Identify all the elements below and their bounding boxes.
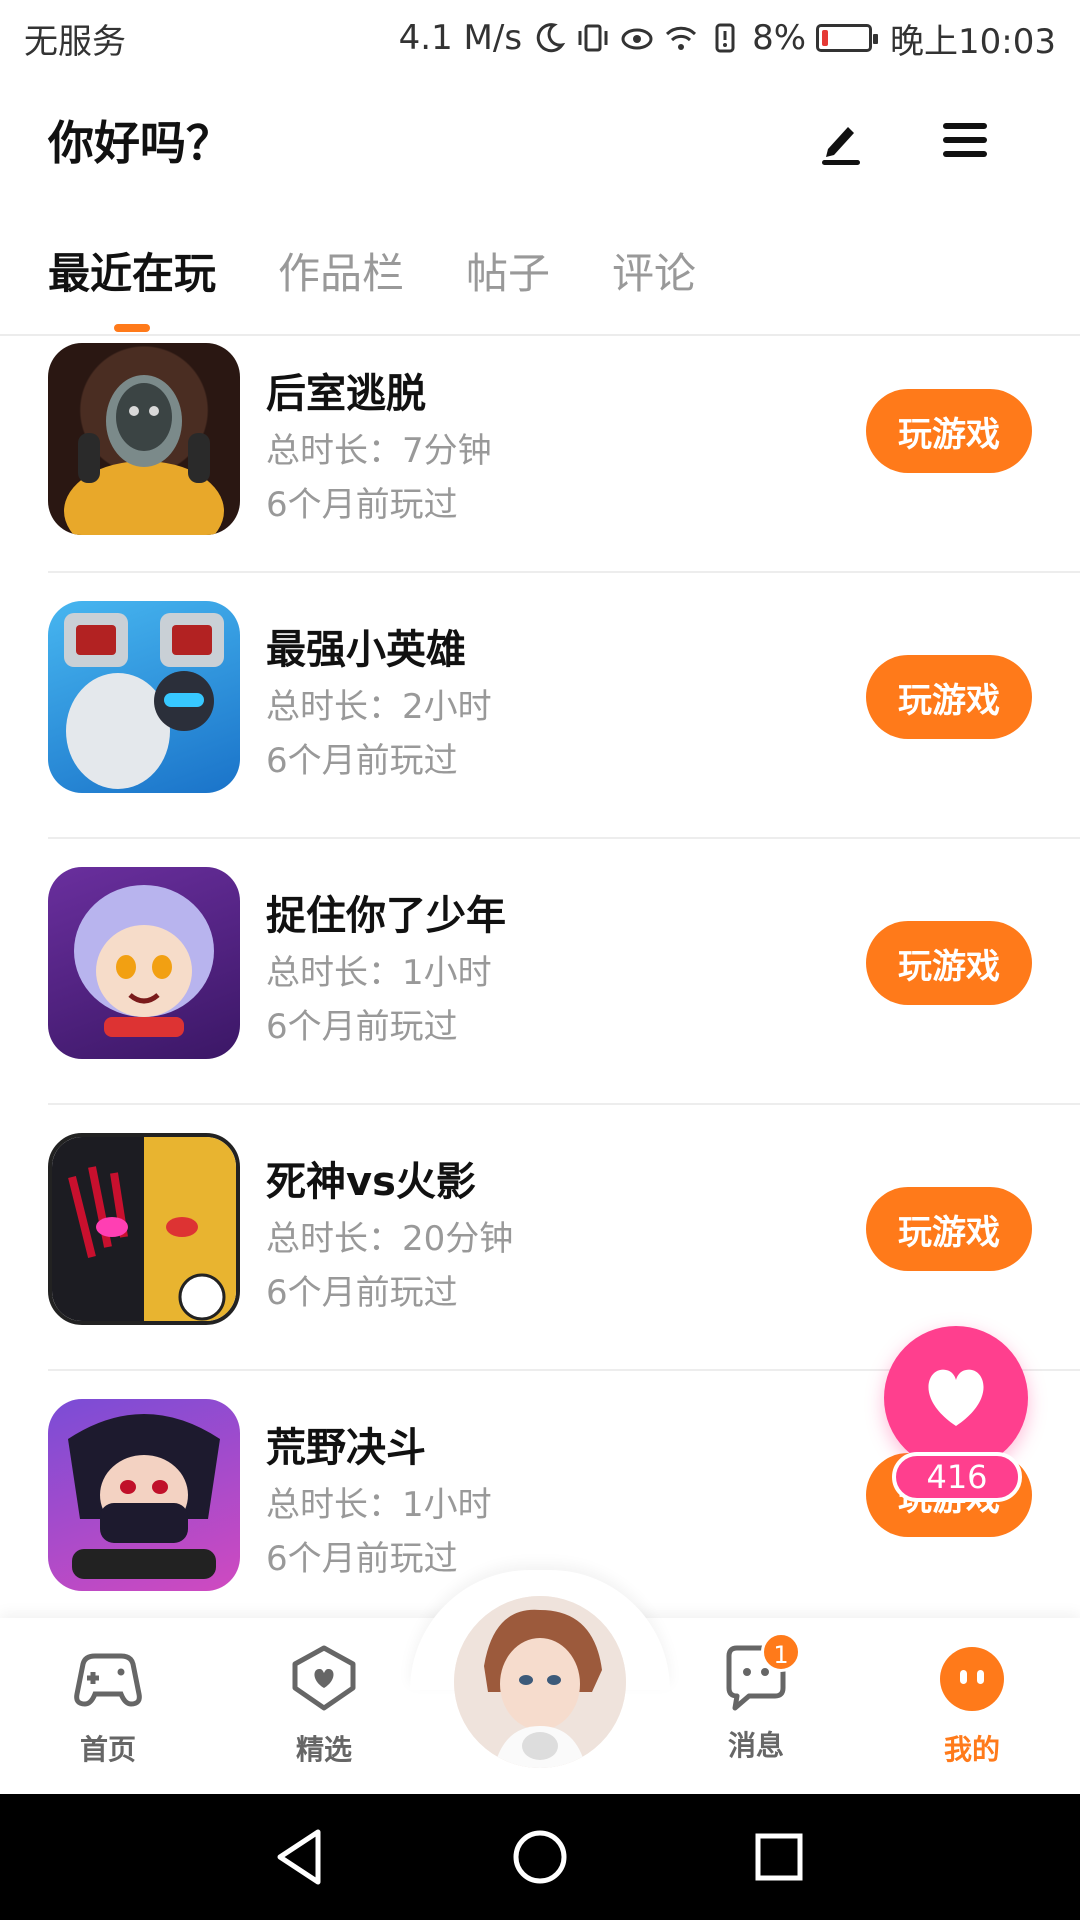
network-speed: 4.1 M/s	[398, 18, 523, 58]
nav-label: 精选	[295, 1733, 352, 1766]
back-icon[interactable]	[266, 1822, 336, 1892]
game-thumbnail[interactable]	[48, 601, 240, 793]
message-badge: 1	[761, 1632, 801, 1672]
vibrate-icon	[578, 24, 608, 52]
avatar-image	[454, 1596, 626, 1768]
clock: 晚上10:03	[890, 21, 1056, 62]
nav-label: 消息	[727, 1729, 784, 1762]
header-actions	[814, 113, 1032, 167]
play-game-button[interactable]: 玩游戏	[866, 921, 1032, 1005]
tab-recent-play[interactable]: 最近在玩	[48, 230, 216, 334]
ninja-girl-icon	[68, 1414, 220, 1579]
game-thumbnail[interactable]	[48, 867, 240, 1059]
like-count: 416	[892, 1452, 1022, 1502]
like-fab[interactable]	[884, 1326, 1028, 1470]
game-duration: 总时长：7分钟	[266, 431, 492, 471]
status-right: 4.1 M/s 8% 晚上10:03	[399, 14, 1056, 63]
game-last-played: 6个月前玩过	[266, 485, 458, 525]
home-circle-icon[interactable]	[505, 1822, 575, 1892]
battery-alert-icon	[715, 23, 735, 53]
message-icon-wrap: 1	[719, 1632, 801, 1716]
game-name: 捉住你了少年	[266, 893, 506, 939]
carrier-text: 无服务	[24, 21, 126, 62]
list-item[interactable]: 最强小英雄 总时长：2小时 6个月前玩过 玩游戏	[48, 573, 1080, 839]
battery-percent: 8%	[752, 18, 807, 58]
system-nav-bar	[0, 1794, 1080, 1920]
tab-label: 评论	[612, 249, 697, 298]
game-name: 死神vs火影	[266, 1159, 476, 1205]
list-item[interactable]: 捉住你了少年 总时长：1小时 6个月前玩过 玩游戏	[48, 839, 1080, 1105]
heart-icon	[928, 1369, 984, 1426]
eye-icon	[621, 28, 653, 50]
bleach-naruto-icon	[52, 1137, 236, 1321]
tab-comments[interactable]: 评论	[612, 230, 696, 334]
moon-icon	[536, 23, 566, 53]
anime-girl-icon	[74, 885, 214, 1037]
game-thumbnail[interactable]	[48, 1399, 240, 1591]
tab-label: 最近在玩	[48, 249, 217, 298]
game-duration: 总时长：2小时	[266, 687, 492, 727]
profile-icon	[940, 1647, 1004, 1711]
avatar[interactable]	[454, 1596, 626, 1768]
status-bar: 无服务 4.1 M/s 8% 晚上10:03	[0, 0, 1080, 76]
tab-label: 作品栏	[278, 249, 405, 298]
play-game-button[interactable]: 玩游戏	[866, 389, 1032, 473]
game-duration: 总时长：1小时	[266, 1485, 492, 1525]
tab-works[interactable]: 作品栏	[278, 230, 404, 334]
nav-featured[interactable]: 精选	[254, 1642, 394, 1768]
nav-messages[interactable]: 1 消息	[686, 1632, 826, 1764]
nav-profile[interactable]: 我的	[902, 1642, 1042, 1768]
battery-icon	[816, 24, 879, 52]
nav-label: 首页	[79, 1733, 136, 1766]
robot-hero-icon	[64, 613, 224, 789]
tab-indicator	[114, 324, 150, 332]
hazmat-figure-icon	[64, 375, 224, 535]
heart-chat-icon	[292, 1645, 356, 1711]
game-duration: 总时长：1小时	[266, 953, 492, 993]
game-thumbnail[interactable]	[48, 1133, 240, 1325]
profile-tabs: 最近在玩 作品栏 帖子 评论	[0, 230, 1080, 336]
game-name: 最强小英雄	[266, 627, 466, 673]
tab-label: 帖子	[466, 249, 551, 298]
game-last-played: 6个月前玩过	[266, 1273, 458, 1313]
tab-posts[interactable]: 帖子	[466, 230, 550, 334]
play-game-button[interactable]: 玩游戏	[866, 1187, 1032, 1271]
list-item[interactable]: 后室逃脱 总时长：7分钟 6个月前玩过 玩游戏	[48, 337, 1080, 573]
nav-label: 我的	[943, 1733, 1000, 1766]
play-game-button[interactable]: 玩游戏	[866, 655, 1032, 739]
edit-icon[interactable]	[814, 113, 868, 167]
wifi-icon	[666, 26, 697, 50]
page-title: 你好吗？	[48, 116, 232, 170]
game-name: 后室逃脱	[266, 371, 426, 417]
game-last-played: 6个月前玩过	[266, 1539, 458, 1579]
recents-icon[interactable]	[744, 1822, 814, 1892]
nav-home[interactable]: 首页	[38, 1642, 178, 1768]
game-name: 荒野决斗	[266, 1425, 426, 1471]
game-last-played: 6个月前玩过	[266, 1007, 458, 1047]
game-last-played: 6个月前玩过	[266, 741, 458, 781]
gamepad-icon	[74, 1653, 142, 1707]
game-thumbnail[interactable]	[48, 343, 240, 535]
menu-icon[interactable]	[938, 113, 992, 167]
page-header: 你好吗？	[0, 90, 1080, 190]
game-duration: 总时长：20分钟	[266, 1219, 514, 1259]
